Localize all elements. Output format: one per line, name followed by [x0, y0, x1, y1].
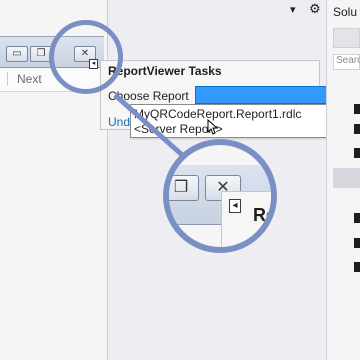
minimize-button[interactable]: ▭: [6, 46, 28, 62]
highlight-ring: [49, 20, 123, 94]
solution-explorer-title: Solu: [333, 5, 358, 19]
tree-item[interactable]: [354, 148, 360, 158]
minimize-icon: ▭: [12, 48, 22, 59]
magnified-smart-tag-icon: ◂: [229, 199, 241, 213]
dropdown-arrow-icon[interactable]: ▾: [290, 3, 296, 16]
next-button[interactable]: Next: [17, 72, 42, 86]
gear-icon[interactable]: ⚙: [309, 1, 321, 17]
choose-report-label: Choose Report: [108, 89, 189, 103]
restore-icon: ❐: [173, 179, 189, 196]
tree-item[interactable]: [354, 262, 360, 272]
report-dropdown-list: MyQRCodeReport.Report1.rdlc <Server Repo…: [130, 104, 345, 138]
restore-icon: ❐: [36, 48, 46, 59]
solution-search-input[interactable]: Searc: [333, 54, 360, 70]
solution-tree-selected-row[interactable]: [333, 168, 360, 188]
solution-explorer-toolbar[interactable]: [333, 28, 360, 48]
choose-report-select[interactable]: [195, 86, 345, 104]
tasks-panel-title: ReportViewer Tasks: [108, 64, 222, 78]
mouse-cursor-icon: [207, 119, 219, 135]
magnifier-callout: ❐ ✕ ◂ Re: [163, 139, 277, 253]
tree-item[interactable]: [354, 124, 360, 134]
toolbar-separator: [7, 72, 8, 86]
tree-item[interactable]: [354, 213, 360, 223]
magnified-restore-button: ❐: [169, 175, 199, 201]
tree-item[interactable]: [354, 104, 360, 114]
undock-link[interactable]: Und: [108, 115, 130, 129]
tree-item[interactable]: [354, 238, 360, 248]
magnified-title-text: Re: [253, 205, 277, 225]
